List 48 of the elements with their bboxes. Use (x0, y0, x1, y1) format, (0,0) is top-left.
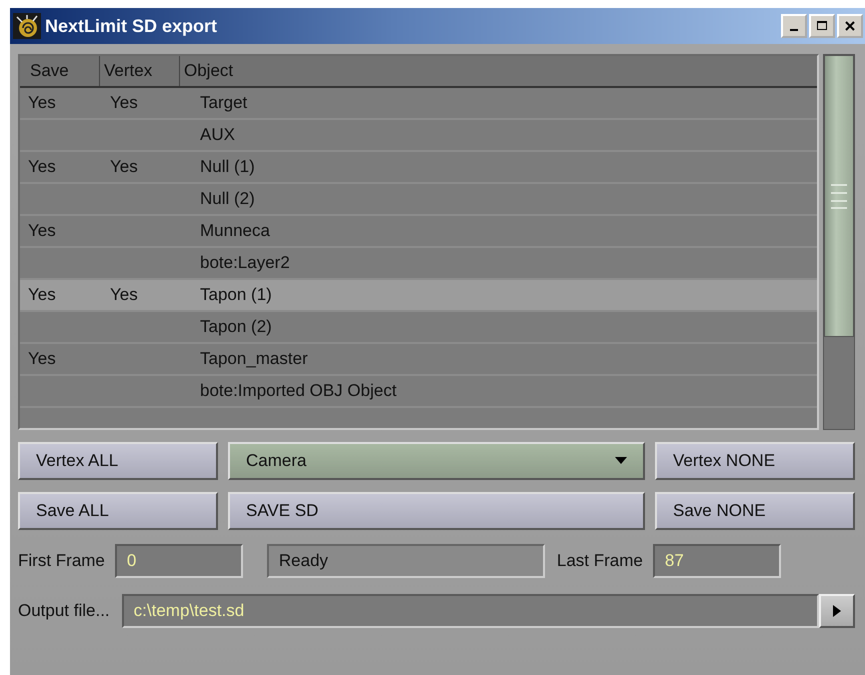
scroll-thumb[interactable] (824, 55, 854, 337)
column-header[interactable]: Vertex (100, 56, 180, 86)
scrollbar[interactable] (823, 54, 855, 430)
table-cell-text: Null (2) (199, 188, 255, 210)
vertex-none-button[interactable]: Vertex NONE (655, 442, 855, 480)
table-cell-text: Null (1) (199, 156, 255, 178)
spiral-icon (13, 13, 41, 39)
minimize-button[interactable] (781, 14, 807, 38)
window-title: NextLimit SD export (45, 16, 218, 36)
table-cell-text: Tapon_master (199, 348, 308, 370)
column-header[interactable]: Save (20, 56, 100, 86)
table-cell-text: Target (199, 92, 248, 114)
table-cell-text: Munneca (199, 220, 270, 242)
table-cell-text: Yes (27, 348, 57, 370)
output-file-label: Output file... (18, 601, 110, 621)
table-cell-text: Yes (109, 92, 139, 114)
play-icon (832, 604, 842, 618)
first-frame-field[interactable]: 0 (114, 544, 243, 578)
table-cell-text: Yes (109, 284, 139, 306)
status-field: Ready (266, 544, 545, 578)
last-frame-field[interactable]: 87 (652, 544, 781, 578)
table-cell-text: bote:Layer2 (199, 252, 290, 274)
save-none-button[interactable]: Save NONE (655, 492, 855, 530)
table-cell-text: Yes (27, 92, 57, 114)
first-frame-label: First Frame (18, 551, 105, 571)
table-cell-text: bote:Imported OBJ Object (199, 380, 397, 402)
vertex-all-button[interactable]: Vertex ALL (18, 442, 218, 480)
maximize-button[interactable] (809, 14, 835, 38)
table-cell-text: Tapon (1) (199, 284, 272, 306)
table-cell-text: Tapon (2) (199, 316, 272, 338)
table-cell-text: Yes (109, 156, 139, 178)
browse-button[interactable] (819, 594, 855, 628)
close-icon (844, 20, 856, 32)
table-cell-text: Yes (27, 220, 57, 242)
caret-icon (615, 457, 627, 465)
camera-dropdown[interactable]: Camera (228, 442, 645, 480)
table-row[interactable]: Yes Yes Tapon (1) (20, 280, 817, 312)
save-all-button[interactable]: Save ALL (18, 492, 218, 530)
output-file-field[interactable]: c:\temp\test.sd (122, 594, 819, 628)
last-frame-label: Last Frame (556, 551, 643, 571)
table-cell-text: Yes (27, 156, 57, 178)
table-cell-text: Yes (27, 284, 57, 306)
minimize-icon (790, 29, 798, 31)
column-header[interactable]: Object (180, 56, 817, 86)
maximize-icon (816, 20, 828, 32)
close-button[interactable] (837, 14, 863, 38)
save-sd-button[interactable]: SAVE SD (228, 492, 645, 530)
table-cell-text: AUX (199, 124, 235, 146)
